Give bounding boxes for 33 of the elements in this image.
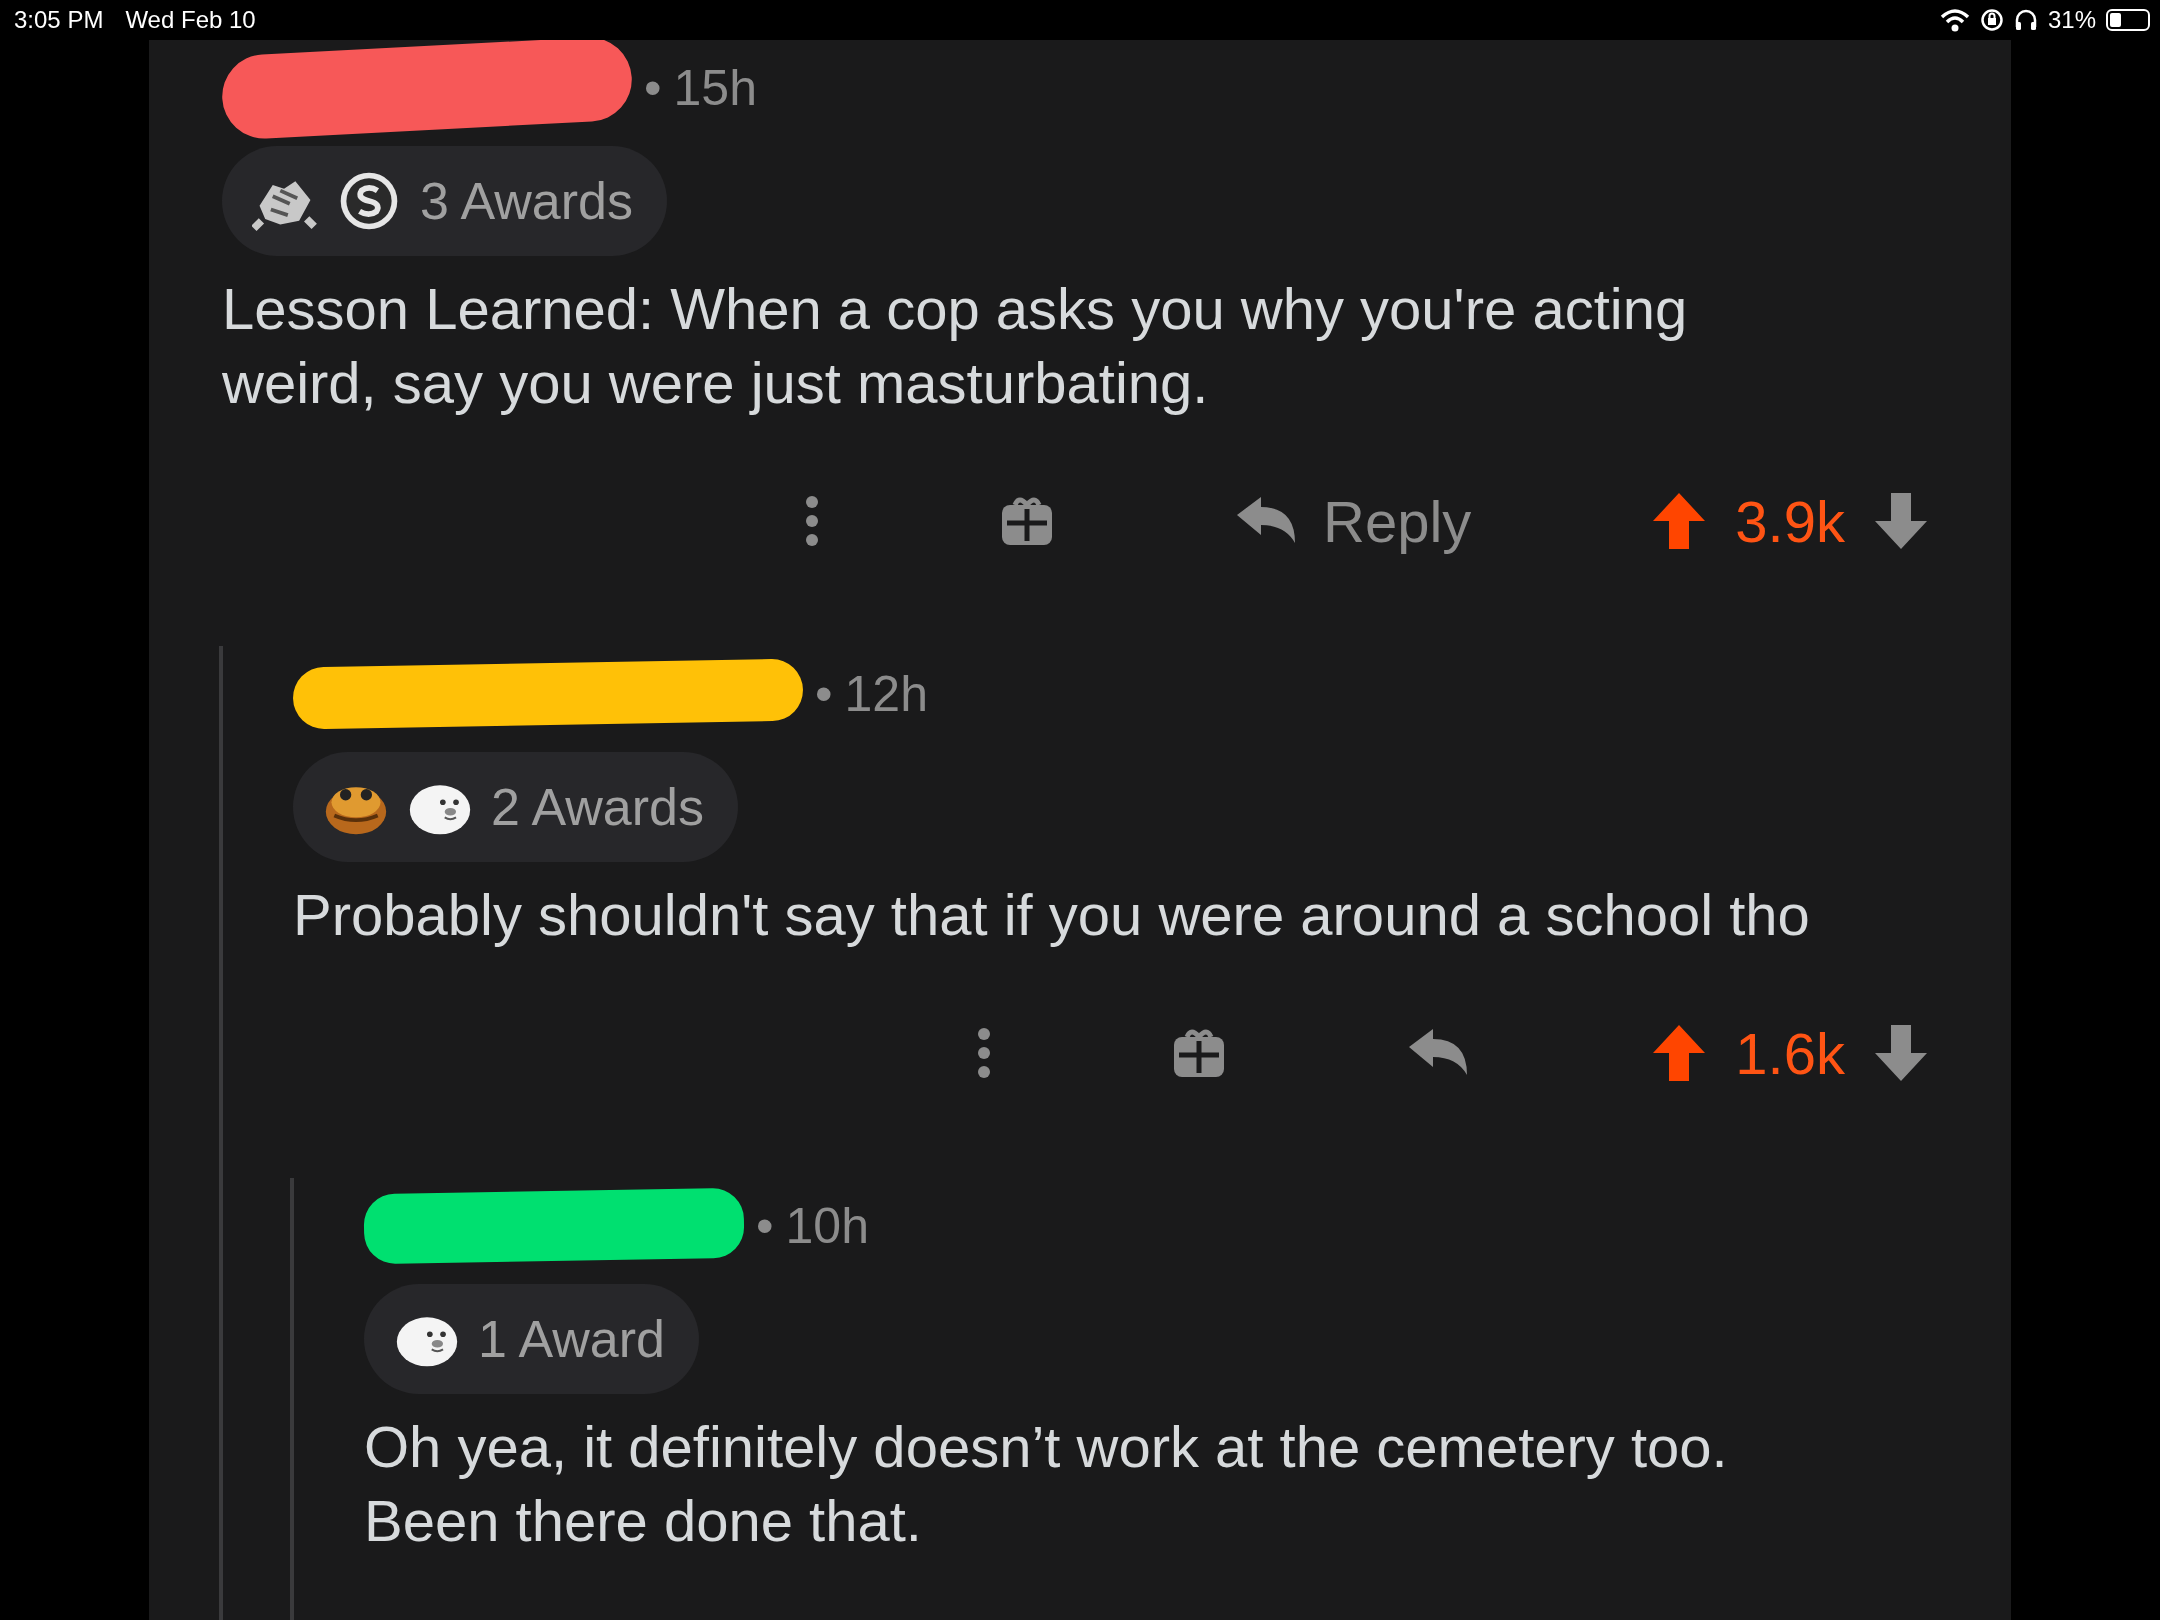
date-text: Wed Feb 10 [125,6,256,34]
separator-dot: • [815,665,833,723]
reply-button[interactable]: Reply [1235,487,1472,555]
more-icon [805,495,820,547]
rotation-lock-icon [1979,8,2004,32]
comment-text: Lesson Learned: When a cop asks you why you're acting weird, say you were just masturbating. [222,275,1689,417]
wifi-icon [1939,8,1970,32]
awards-count: 1 Award [478,1309,665,1369]
comment-text: Probably shouldn't say that if you were around a school tho [293,881,1811,949]
awards-pill[interactable]: 1 Award [364,1284,699,1394]
awards-pill[interactable]: 2 Awards [293,752,738,862]
battery-icon [2106,9,2150,31]
comment-age: 10h [785,1197,869,1255]
awards-count: 3 Awards [420,171,633,231]
comment-text: Oh yea, it definitely doesn’t work at the cemetery too. Been there done that. [364,1413,1729,1555]
comment-age: 15h [673,59,757,117]
clock-time: 3:05 PM [14,6,104,34]
separator-dot: • [756,1197,774,1255]
vote-score: 1.6k [1735,1019,1845,1087]
more-options-button[interactable] [805,495,820,547]
comment-age: 12h [844,665,928,723]
more-options-button[interactable] [977,1027,992,1079]
headphones-icon [2013,8,2038,32]
separator-dot: • [644,59,662,117]
downvote-arrow-icon[interactable] [1873,491,1929,551]
vote-score: 3.9k [1735,487,1845,555]
upvote-arrow-icon[interactable] [1651,1023,1708,1083]
more-icon [977,1027,992,1079]
upvote-arrow-icon[interactable] [1651,491,1708,551]
awards-pill[interactable]: 3 Awards [222,146,667,256]
battery-percent: 31% [2047,6,2096,34]
downvote-arrow-icon[interactable] [1873,1023,1929,1083]
awards-count: 2 Awards [491,777,704,837]
